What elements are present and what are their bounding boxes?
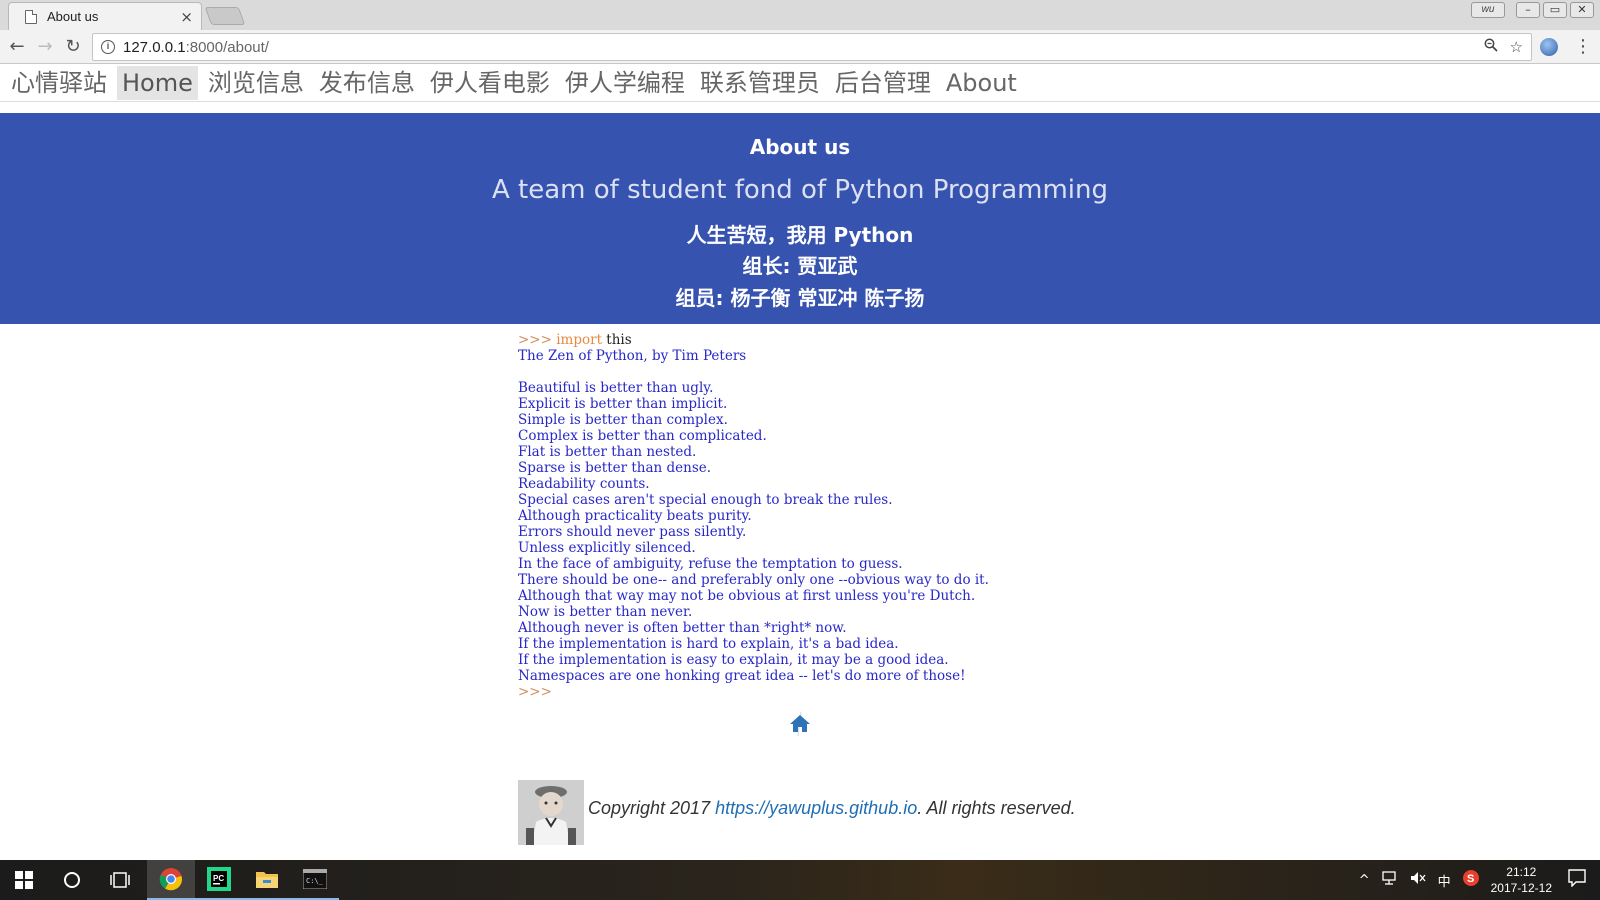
zen-line: If the implementation is easy to explain…	[518, 652, 949, 668]
code-module: this	[602, 332, 632, 348]
zen-lines: The Zen of Python, by Tim Peters Beautif…	[518, 348, 989, 684]
site-navbar: 心情驿站 Home 浏览信息 发布信息 伊人看电影 伊人学编程 联系管理员 后台…	[0, 65, 1600, 102]
zen-line: Simple is better than complex.	[518, 412, 728, 428]
volume-muted-icon[interactable]	[1410, 871, 1426, 889]
browser-titlebar: About us × wu – ▭ ✕	[0, 0, 1600, 30]
tray-chevron-icon[interactable]: ^	[1359, 873, 1370, 888]
extension-globe-icon[interactable]	[1540, 38, 1558, 56]
hero-banner: About us A team of student fond of Pytho…	[0, 113, 1600, 324]
cortana-search-icon[interactable]	[48, 860, 96, 900]
page-icon	[25, 9, 37, 24]
nav-item-about[interactable]: About	[941, 66, 1022, 100]
file-explorer-icon[interactable]	[243, 860, 291, 900]
zen-code-block: >>> import this The Zen of Python, by Tim…	[518, 332, 989, 700]
pycharm-taskbar-icon[interactable]: PC	[195, 860, 243, 900]
code-prompt: >>>	[518, 332, 557, 348]
network-icon[interactable]	[1381, 871, 1398, 889]
forward-arrow-icon[interactable]: →	[34, 36, 56, 57]
tab-title: About us	[47, 9, 99, 24]
hero-members: 组员: 杨子衡 常亚冲 陈子扬	[675, 286, 925, 310]
zoom-icon[interactable]	[1484, 38, 1498, 56]
svg-text:C:\_: C:\_	[306, 877, 324, 885]
chrome-taskbar-icon[interactable]	[147, 860, 195, 900]
clock-time: 21:12	[1506, 865, 1537, 879]
zen-line: Readability counts.	[518, 476, 650, 492]
back-arrow-icon[interactable]: ←	[6, 36, 28, 57]
new-tab-button[interactable]	[204, 7, 246, 25]
hero-subtitle: A team of student fond of Python Program…	[491, 175, 1108, 205]
zen-line: In the face of ambiguity, refuse the tem…	[518, 556, 903, 572]
profile-badge[interactable]: wu	[1471, 2, 1505, 18]
bookmark-star-icon[interactable]: ☆	[1510, 38, 1523, 56]
close-window-button[interactable]: ✕	[1570, 2, 1594, 18]
url-path: :8000/about/	[185, 38, 269, 56]
url-host: 127.0.0.1	[123, 38, 186, 56]
browser-menu-icon[interactable]: ⋮	[1574, 36, 1592, 57]
address-bar[interactable]: i 127.0.0.1:8000/about/ ☆	[92, 33, 1532, 61]
zen-line	[518, 364, 989, 380]
nav-item-admin[interactable]: 后台管理	[830, 66, 936, 100]
copyright-suffix: . All rights reserved.	[917, 798, 1076, 818]
taskbar-clock[interactable]: 21:12 2017-12-12	[1491, 864, 1552, 896]
windows-taskbar: PC C:\_ ^ 中 S 21:12 2017-12-12	[0, 860, 1600, 900]
zen-line: Errors should never pass silently.	[518, 524, 747, 540]
zen-line: Unless explicitly silenced.	[518, 540, 696, 556]
task-view-icon[interactable]	[96, 860, 144, 900]
nav-item-brand[interactable]: 心情驿站	[6, 66, 112, 100]
copyright-text: Copyright 2017 https://yawuplus.github.i…	[588, 798, 1076, 819]
terminal-taskbar-icon[interactable]: C:\_	[291, 860, 339, 900]
restore-button[interactable]: ▭	[1543, 2, 1567, 18]
info-icon[interactable]: i	[101, 40, 115, 54]
code-keyword: import	[556, 332, 603, 348]
hero-motto: 人生苦短，我用 Python	[686, 223, 914, 247]
ime-indicator[interactable]: 中	[1438, 871, 1451, 890]
zen-line: Although practicality beats purity.	[518, 508, 752, 524]
code-first-line: >>> import this	[518, 332, 989, 348]
reload-icon[interactable]: ↻	[62, 36, 84, 57]
svg-text:S: S	[1467, 873, 1474, 885]
minimize-button[interactable]: –	[1516, 2, 1540, 18]
browser-tab-active[interactable]: About us ×	[8, 2, 202, 30]
nav-item-programming[interactable]: 伊人学编程	[560, 66, 690, 100]
sogou-ime-icon[interactable]: S	[1462, 870, 1479, 890]
browser-toolbar: ← → ↻ i 127.0.0.1:8000/about/ ☆ ⋮	[0, 30, 1600, 64]
zen-line: Now is better than never.	[518, 604, 693, 620]
clock-date: 2017-12-12	[1490, 881, 1552, 895]
window-controls: wu – ▭ ✕	[1471, 2, 1594, 18]
zen-line: Complex is better than complicated.	[518, 428, 767, 444]
nav-item-browse[interactable]: 浏览信息	[203, 66, 309, 100]
zen-line: Although that way may not be obvious at …	[518, 588, 976, 604]
zen-line: Flat is better than nested.	[518, 444, 697, 460]
nav-item-movies[interactable]: 伊人看电影	[425, 66, 555, 100]
zen-line: Explicit is better than implicit.	[518, 396, 728, 412]
zen-line: Namespaces are one honking great idea --…	[518, 668, 966, 684]
windows-start-icon[interactable]	[0, 860, 48, 900]
code-end-prompt: >>>	[518, 684, 552, 700]
tab-close-icon[interactable]: ×	[180, 8, 193, 26]
copyright-prefix: Copyright 2017	[588, 798, 716, 818]
nav-item-publish[interactable]: 发布信息	[314, 66, 420, 100]
svg-text:PC: PC	[213, 874, 224, 883]
zen-line: There should be one-- and preferably onl…	[518, 572, 989, 588]
github-link[interactable]: https://yawuplus.github.io	[715, 798, 917, 818]
zen-line: Special cases aren't special enough to b…	[518, 492, 893, 508]
action-center-icon[interactable]	[1568, 869, 1586, 891]
nav-item-contact-admin[interactable]: 联系管理员	[695, 66, 825, 100]
zen-line: Sparse is better than dense.	[518, 460, 712, 476]
zen-line: Although never is often better than *rig…	[518, 620, 847, 636]
nav-item-home[interactable]: Home	[117, 66, 198, 100]
zen-line: The Zen of Python, by Tim Peters	[518, 348, 747, 364]
hero-leader: 组长: 贾亚武	[742, 254, 858, 278]
avatar	[518, 780, 584, 845]
system-tray: ^ 中 S 21:12 2017-12-12	[1359, 860, 1600, 900]
zen-line: Beautiful is better than ugly.	[518, 380, 714, 396]
home-icon[interactable]	[788, 711, 812, 737]
zen-line: If the implementation is hard to explain…	[518, 636, 899, 652]
page-title: About us	[749, 135, 851, 159]
